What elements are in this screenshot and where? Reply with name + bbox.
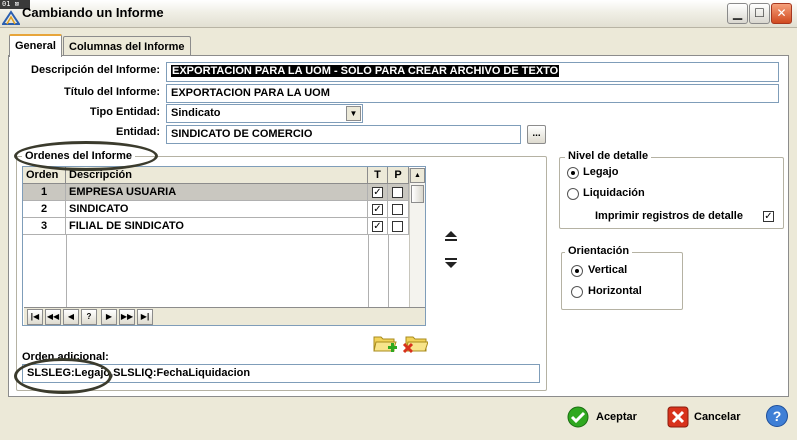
- titulo-input[interactable]: EXPORTACION PARA LA UOM: [166, 84, 779, 103]
- radio-legajo[interactable]: [567, 167, 579, 179]
- app-icon: [2, 10, 20, 25]
- row-p-checkbox[interactable]: [392, 187, 403, 198]
- cancel-x-icon: [667, 406, 689, 428]
- nivel-detalle-title: Nivel de detalle: [565, 150, 652, 162]
- cancelar-label: Cancelar: [694, 411, 741, 423]
- orden-adicional-input[interactable]: SLSLEG:Legajo,SLSLIQ:FechaLiquidacion: [22, 364, 540, 383]
- entidad-browse-button[interactable]: ...: [527, 125, 546, 144]
- radio-horizontal[interactable]: [571, 286, 583, 298]
- maximize-button[interactable]: ☐: [749, 3, 770, 24]
- scroll-thumb[interactable]: [411, 185, 424, 203]
- nav-info-button[interactable]: ?: [81, 309, 97, 325]
- minimize-icon: ▁: [732, 6, 743, 20]
- ordenes-title: Ordenes del Informe: [22, 150, 135, 162]
- folder-remove-icon: [402, 336, 429, 354]
- orientacion-group: [561, 252, 683, 310]
- folder-add-icon: [373, 336, 397, 352]
- cancelar-button[interactable]: Cancelar: [667, 404, 757, 434]
- window-title: Cambiando un Informe: [22, 5, 164, 20]
- move-up-button[interactable]: [443, 229, 459, 243]
- ordenes-grid[interactable]: Orden Descripción T P 1 EMPRESA USUARIA …: [22, 166, 426, 326]
- check-icon: [567, 406, 589, 428]
- grid-col-line: [66, 235, 67, 307]
- nav-prev-page-button[interactable]: ◀◀: [45, 309, 61, 325]
- nav-next-button[interactable]: ▶: [101, 309, 117, 325]
- maximize-icon: ☐: [754, 6, 765, 20]
- close-button[interactable]: ✕: [771, 3, 792, 24]
- aceptar-button[interactable]: Aceptar: [567, 404, 657, 434]
- tipo-entidad-value: Sindicato: [171, 107, 221, 119]
- imprimir-detalle-checkbox[interactable]: ✓: [763, 211, 774, 222]
- tipo-entidad-select[interactable]: Sindicato ▼: [166, 104, 363, 123]
- col-header-t[interactable]: T: [368, 167, 388, 184]
- row-descripcion: EMPRESA USUARIA: [66, 184, 368, 201]
- radio-liquidacion[interactable]: [567, 188, 579, 200]
- row-t-checkbox[interactable]: ✓: [372, 204, 383, 215]
- entidad-input[interactable]: SINDICATO DE COMERCIO: [166, 125, 521, 144]
- title-bar: 01 ⊠ Cambiando un Informe ▁ ☐ ✕: [0, 0, 797, 28]
- scroll-up-icon[interactable]: ▲: [410, 168, 425, 183]
- grid-navigator: |◀ ◀◀ ◀ ? ▶ ▶▶ ▶|: [24, 307, 425, 325]
- nav-next-page-button[interactable]: ▶▶: [119, 309, 135, 325]
- move-down-button[interactable]: [443, 256, 459, 270]
- row-orden: 3: [23, 218, 66, 235]
- radio-vertical[interactable]: [571, 265, 583, 277]
- descripcion-label: Descripción del Informe:: [31, 64, 160, 76]
- imprimir-detalle-label[interactable]: Imprimir registros de detalle: [595, 210, 743, 222]
- radio-liquidacion-label[interactable]: Liquidación: [583, 187, 645, 199]
- radio-horizontal-label[interactable]: Horizontal: [588, 285, 642, 297]
- nav-prev-button[interactable]: ◀: [63, 309, 79, 325]
- help-button[interactable]: ?: [766, 405, 788, 427]
- row-t-checkbox[interactable]: ✓: [372, 221, 383, 232]
- col-header-p[interactable]: P: [388, 167, 409, 184]
- close-icon: ✕: [776, 6, 787, 20]
- descripcion-value: EXPORTACION PARA LA UOM - SOLO PARA CREA…: [171, 65, 560, 77]
- tab-general[interactable]: General: [9, 34, 62, 57]
- arrow-down-icon: [445, 258, 457, 268]
- remove-folder-button[interactable]: [402, 330, 429, 356]
- row-descripcion[interactable]: FILIAL DE SINDICATO: [66, 218, 368, 235]
- descripcion-input[interactable]: EXPORTACION PARA LA UOM - SOLO PARA CREA…: [166, 62, 779, 82]
- row-p-checkbox[interactable]: [392, 221, 403, 232]
- entidad-label: Entidad:: [116, 126, 160, 138]
- tipo-entidad-label: Tipo Entidad:: [89, 106, 160, 118]
- row-p-checkbox[interactable]: [392, 204, 403, 215]
- col-header-descripcion[interactable]: Descripción: [66, 167, 368, 184]
- radio-vertical-label[interactable]: Vertical: [588, 264, 627, 276]
- grid-col-line: [368, 235, 369, 307]
- row-orden: 1: [23, 184, 66, 201]
- add-folder-button[interactable]: [372, 330, 398, 356]
- orden-adicional-label: Orden adicional:: [22, 351, 109, 363]
- row-descripcion[interactable]: SINDICATO: [66, 201, 368, 218]
- row-t-checkbox[interactable]: ✓: [372, 187, 383, 198]
- help-icon: ?: [772, 408, 782, 424]
- orientacion-title: Orientación: [565, 245, 633, 257]
- radio-legajo-label[interactable]: Legajo: [583, 166, 618, 178]
- titulo-label: Título del Informe:: [64, 86, 160, 98]
- grid-vertical-scrollbar[interactable]: ▲: [409, 168, 425, 307]
- row-orden: 2: [23, 201, 66, 218]
- col-header-orden[interactable]: Orden: [23, 167, 66, 184]
- tab-columnas[interactable]: Columnas del Informe: [63, 36, 191, 57]
- grid-col-line: [388, 235, 389, 307]
- nav-last-button[interactable]: ▶|: [137, 309, 153, 325]
- minimize-button[interactable]: ▁: [727, 3, 748, 24]
- nav-first-button[interactable]: |◀: [27, 309, 43, 325]
- aceptar-label: Aceptar: [596, 411, 637, 423]
- arrow-up-icon: [445, 231, 457, 241]
- chevron-down-icon[interactable]: ▼: [346, 106, 361, 121]
